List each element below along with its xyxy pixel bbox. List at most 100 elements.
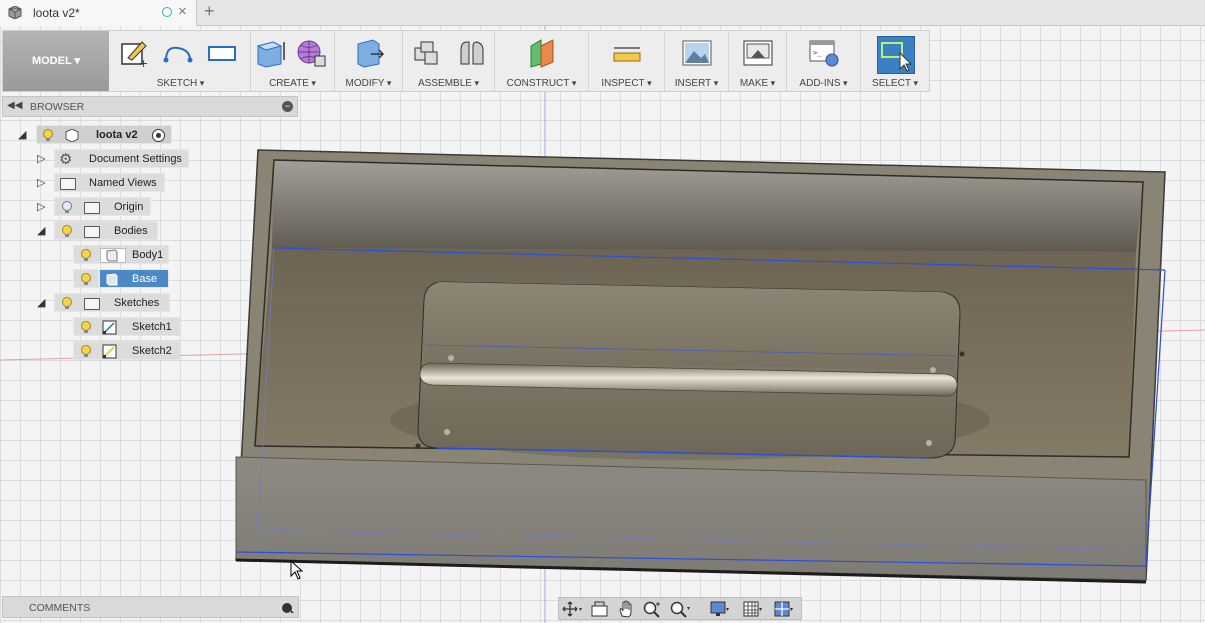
- browser-chip[interactable]: Sketch2: [73, 341, 180, 360]
- browser-item-base[interactable]: Base: [0, 269, 200, 289]
- toolbar-group-make[interactable]: MAKE: [729, 31, 787, 91]
- toolbar-group-modify[interactable]: MODIFY: [335, 31, 403, 91]
- pan-hand-icon[interactable]: [616, 600, 638, 618]
- browser-item-sketches[interactable]: ◢ Sketches: [0, 293, 200, 313]
- browser-item-body1[interactable]: Body1: [0, 245, 200, 265]
- new-tab-icon[interactable]: +: [204, 1, 215, 22]
- browser-chip[interactable]: ⚙ Document Settings: [54, 149, 189, 168]
- spline-icon[interactable]: [162, 38, 194, 68]
- browser-chip[interactable]: Sketches: [54, 293, 170, 312]
- toolbar-group-label: INSERT: [665, 78, 728, 89]
- mouse-cursor-icon: [290, 560, 304, 580]
- vertex-point: [448, 355, 454, 361]
- measure-icon[interactable]: [611, 38, 643, 68]
- toolbar-group-label: ASSEMBLE: [403, 78, 494, 89]
- browser-chip[interactable]: Bodies: [54, 221, 158, 240]
- document-tab-title: loota v2: [33, 6, 76, 20]
- expand-arrow-icon[interactable]: ▷: [37, 176, 45, 189]
- browser-item-sketch2[interactable]: Sketch2: [0, 341, 200, 361]
- lightbulb-off-icon[interactable]: [62, 201, 72, 214]
- toolbar-group-select[interactable]: SELECT: [861, 31, 929, 91]
- browser-root-row[interactable]: ◢ loota v2: [0, 125, 200, 145]
- toolbar-group-label: MAKE: [729, 78, 786, 89]
- 3d-print-icon[interactable]: [742, 38, 774, 68]
- svg-text:>_: >_: [813, 49, 822, 57]
- select-button[interactable]: [877, 36, 915, 74]
- orbit-icon[interactable]: [561, 600, 583, 618]
- rectangle-icon[interactable]: [206, 38, 238, 68]
- lightbulb-icon[interactable]: [62, 225, 72, 238]
- extrude-icon[interactable]: [255, 38, 287, 68]
- toolbar-group-label: CREATE: [251, 78, 334, 89]
- viewports-icon[interactable]: [773, 600, 795, 618]
- joint-icon[interactable]: [455, 38, 487, 68]
- toolbar-group-add-ins[interactable]: >_ ADD-INS: [787, 31, 861, 91]
- browser-item-document-settings[interactable]: ▷ ⚙ Document Settings: [0, 149, 200, 169]
- form-icon[interactable]: [295, 38, 327, 68]
- toolbar-group-insert[interactable]: INSERT: [665, 31, 729, 91]
- component-icon: [65, 129, 79, 142]
- lightbulb-icon[interactable]: [43, 129, 53, 142]
- close-tab-icon[interactable]: ×: [178, 3, 187, 20]
- browser-item-bodies[interactable]: ◢ Bodies: [0, 221, 200, 241]
- browser-item-named-views[interactable]: ▷ Named Views: [0, 173, 200, 193]
- look-at-icon[interactable]: [589, 600, 611, 618]
- browser-chip-bulb[interactable]: [73, 269, 99, 288]
- add-comment-icon[interactable]: [281, 602, 295, 614]
- fit-view-icon[interactable]: [669, 600, 691, 618]
- new-component-icon[interactable]: [411, 38, 443, 68]
- toolbar-group-assemble[interactable]: ASSEMBLE: [403, 31, 495, 91]
- comments-panel[interactable]: COMMENTS: [2, 596, 299, 618]
- browser-item-label: Sketch1: [132, 321, 172, 333]
- browser-item-label: Sketch2: [132, 345, 172, 357]
- toolbar-group-construct[interactable]: CONSTRUCT: [495, 31, 589, 91]
- collapse-panel-icon[interactable]: ◀◀: [7, 100, 22, 111]
- browser-chip[interactable]: Named Views: [54, 173, 165, 192]
- workspace-switcher-button[interactable]: MODEL ▾: [3, 31, 109, 91]
- lightbulb-icon[interactable]: [81, 273, 91, 286]
- zoom-icon[interactable]: [642, 600, 664, 618]
- vertex-point: [959, 351, 965, 357]
- browser-chip-selected[interactable]: Base: [99, 269, 169, 288]
- browser-item-origin[interactable]: ▷ Origin: [0, 197, 200, 217]
- collapse-arrow-icon[interactable]: ◢: [37, 224, 45, 237]
- toolbar-group-create[interactable]: CREATE: [251, 31, 335, 91]
- toolbar-group-inspect[interactable]: INSPECT: [589, 31, 665, 91]
- collapse-arrow-icon[interactable]: ◢: [37, 296, 45, 309]
- lightbulb-icon[interactable]: [81, 321, 91, 334]
- collapse-arrow-icon[interactable]: ◢: [18, 128, 26, 141]
- modified-mark: *: [75, 6, 80, 20]
- toolbar-group-label: CONSTRUCT: [495, 78, 588, 89]
- lightbulb-icon[interactable]: [81, 345, 91, 358]
- cube-icon: [8, 6, 22, 19]
- scripts-icon[interactable]: >_: [808, 38, 840, 68]
- gear-icon: ⚙: [59, 151, 73, 168]
- browser-item-sketch1[interactable]: Sketch1: [0, 317, 200, 337]
- browser-item-label: Origin: [114, 201, 144, 213]
- lightbulb-icon[interactable]: [81, 249, 91, 262]
- minimize-icon[interactable]: −: [282, 101, 293, 112]
- main-toolbar: MODEL ▾ + SKETCH CREATE MODIFY ASSEMBLE …: [2, 30, 930, 92]
- expand-arrow-icon[interactable]: ▷: [37, 200, 45, 213]
- activate-component-icon[interactable]: [152, 129, 165, 142]
- browser-chip[interactable]: Sketch1: [73, 317, 180, 336]
- insert-image-icon[interactable]: [681, 38, 713, 68]
- expand-arrow-icon[interactable]: ▷: [37, 152, 45, 165]
- document-tab[interactable]: loota v2* ×: [0, 0, 197, 26]
- toolbar-group-sketch[interactable]: + SKETCH: [111, 31, 251, 91]
- browser-title: BROWSER: [30, 101, 85, 113]
- root-component-chip[interactable]: loota v2: [36, 125, 172, 144]
- press-pull-icon[interactable]: [353, 38, 385, 68]
- browser-chip[interactable]: Origin: [54, 197, 151, 216]
- unsaved-status-icon: [162, 7, 172, 17]
- offset-plane-icon[interactable]: [527, 38, 559, 68]
- browser-header[interactable]: ◀◀ BROWSER −: [2, 96, 298, 117]
- browser-item-label: Named Views: [89, 177, 157, 189]
- toolbar-group-label: ADD-INS: [787, 78, 860, 89]
- grid-settings-icon[interactable]: [742, 600, 764, 618]
- create-sketch-icon[interactable]: +: [118, 38, 150, 68]
- lightbulb-icon[interactable]: [62, 297, 72, 310]
- browser-chip[interactable]: Body1: [73, 245, 169, 264]
- display-settings-icon[interactable]: [709, 600, 731, 618]
- vertex-point: [415, 443, 421, 449]
